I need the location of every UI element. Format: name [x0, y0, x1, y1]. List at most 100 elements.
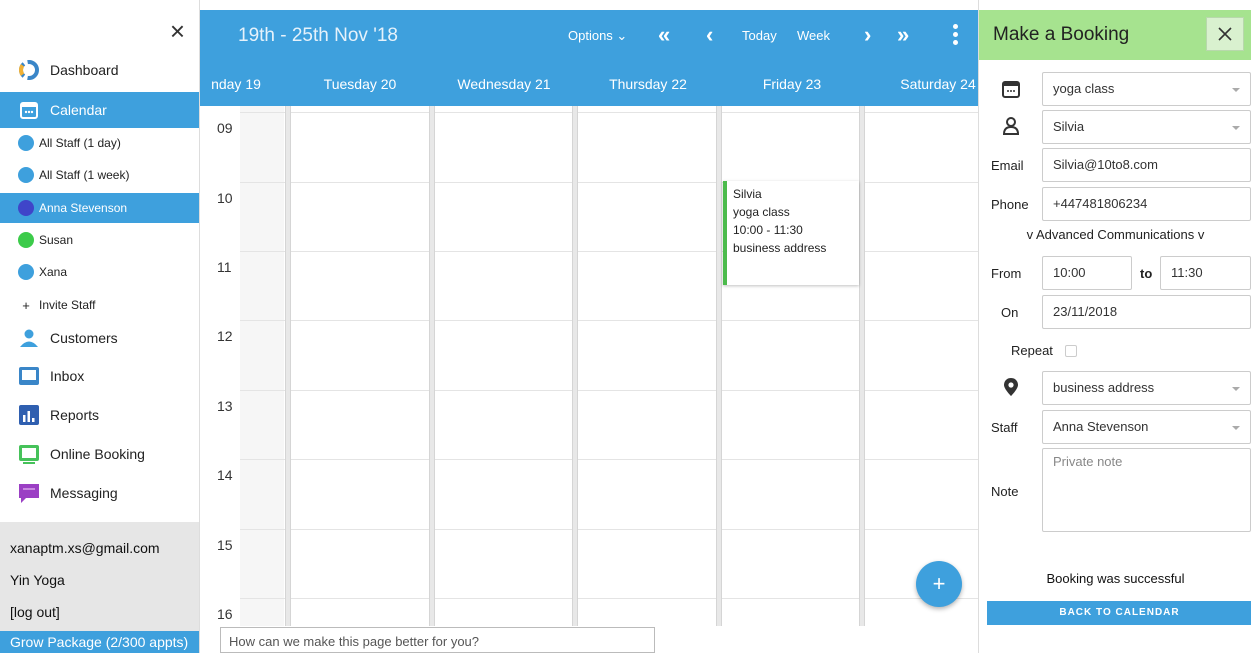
staff-item-label: All Staff (1 day)	[39, 136, 121, 150]
sidebar-item-calendar[interactable]: Calendar	[0, 92, 199, 128]
advanced-communications-toggle[interactable]: v Advanced Communications v	[979, 227, 1251, 242]
day-header-wednesday: Wednesday 21	[457, 76, 551, 92]
sidebar-item-label: Reports	[50, 407, 100, 423]
prev-fast-icon[interactable]: «	[658, 22, 670, 48]
more-options-icon[interactable]	[950, 22, 960, 50]
logout-link[interactable]: [log out]	[10, 604, 60, 620]
note-textarea[interactable]: Private note	[1042, 448, 1251, 532]
on-label: On	[1001, 305, 1019, 320]
person-icon	[1002, 117, 1020, 135]
sidebar-item-label: Messaging	[50, 485, 118, 501]
location-select[interactable]: business address	[1042, 371, 1251, 405]
sidebar-item-label: Calendar	[50, 102, 107, 118]
time-label: 10	[217, 190, 233, 206]
sidebar-item-customers[interactable]: Customers	[0, 320, 199, 356]
calendar-header: 19th - 25th Nov '18 Options ⌄ « ‹ Today …	[200, 10, 978, 106]
sidebar-item-label: Dashboard	[50, 62, 119, 78]
calendar-grid[interactable]: 09 10 11 12 13 14 15 16 Silvia yoga clas…	[200, 106, 978, 626]
repeat-checkbox[interactable]	[1064, 344, 1077, 357]
date-range-title: 19th - 25th Nov '18	[238, 25, 398, 46]
service-select[interactable]: yoga class	[1042, 72, 1251, 106]
business-name: Yin Yoga	[10, 572, 65, 588]
back-to-calendar-button[interactable]: BACK TO CALENDAR	[987, 601, 1251, 625]
appointment-service: yoga class	[733, 205, 790, 219]
customer-select[interactable]: Silvia	[1042, 110, 1251, 144]
staff-color-dot	[18, 232, 34, 248]
account-panel: xanaptm.xs@gmail.com Yin Yoga [log out] …	[0, 522, 199, 653]
to-time-field[interactable]: 11:30	[1160, 256, 1251, 290]
prev-icon[interactable]: ‹	[706, 22, 713, 48]
add-booking-button[interactable]: +	[916, 561, 962, 607]
staff-item-xana[interactable]: Xana	[0, 257, 199, 287]
staff-item-label: Anna Stevenson	[39, 201, 128, 215]
time-label: 16	[217, 606, 233, 622]
column-separator	[572, 106, 578, 626]
dashboard-ring-icon	[19, 60, 39, 80]
phone-field[interactable]: +447481806234	[1042, 187, 1251, 221]
customers-icon	[20, 329, 38, 347]
date-field[interactable]: 23/11/2018	[1042, 295, 1251, 329]
repeat-label: Repeat	[1011, 343, 1053, 358]
close-panel-button[interactable]	[1206, 17, 1244, 51]
calendar-icon	[1002, 81, 1020, 98]
next-icon[interactable]: ›	[864, 22, 871, 48]
sidebar-item-inbox[interactable]: Inbox	[0, 358, 199, 394]
plus-icon: +	[22, 297, 30, 313]
appointment-time: 10:00 - 11:30	[733, 223, 803, 237]
week-button[interactable]: Week	[797, 28, 830, 43]
hour-line	[240, 251, 978, 252]
appointment-customer: Silvia	[733, 187, 762, 201]
next-fast-icon[interactable]: »	[897, 22, 909, 48]
package-status[interactable]: Grow Package (2/300 appts)	[0, 631, 199, 653]
sidebar-item-label: Customers	[50, 330, 118, 346]
column-separator	[285, 106, 291, 626]
repeat-row: Repeat	[1011, 343, 1077, 358]
hour-line	[240, 529, 978, 530]
hour-line	[240, 320, 978, 321]
column-separator	[859, 106, 865, 626]
hour-line	[240, 598, 978, 599]
time-label: 12	[217, 328, 233, 344]
sidebar-item-online-booking[interactable]: Online Booking	[0, 436, 199, 472]
messaging-icon	[19, 484, 39, 503]
staff-item-label: All Staff (1 week)	[39, 168, 130, 182]
invite-staff-label: Invite Staff	[39, 298, 96, 312]
day-header-friday: Friday 23	[762, 76, 822, 92]
staff-item-anna-stevenson[interactable]: Anna Stevenson	[0, 193, 199, 223]
day-header-saturday: Saturday 24	[900, 76, 976, 92]
staff-color-dot	[18, 264, 34, 280]
time-label: 11	[217, 259, 232, 275]
calendar-view: 19th - 25th Nov '18 Options ⌄ « ‹ Today …	[200, 0, 978, 653]
close-icon[interactable]: ×	[170, 18, 185, 44]
time-label: 14	[217, 467, 233, 483]
booking-panel-header: Make a Booking	[979, 10, 1251, 60]
to-label: to	[1140, 266, 1153, 281]
time-label: 15	[217, 537, 233, 553]
staff-item-susan[interactable]: Susan	[0, 225, 199, 255]
from-time-field[interactable]: 10:00	[1042, 256, 1132, 290]
today-button[interactable]: Today	[742, 28, 777, 43]
staff-item-all-staff-day[interactable]: All Staff (1 day)	[0, 128, 199, 158]
staff-item-all-staff-week[interactable]: All Staff (1 week)	[0, 160, 199, 190]
feedback-input[interactable]: How can we make this page better for you…	[220, 627, 655, 653]
account-email: xanaptm.xs@gmail.com	[10, 540, 160, 556]
staff-label: Staff	[991, 420, 1018, 435]
time-label: 09	[217, 120, 233, 136]
inbox-icon	[19, 367, 39, 385]
sidebar-item-dashboard[interactable]: Dashboard	[0, 52, 199, 88]
time-label: 13	[217, 398, 233, 414]
location-pin-icon	[1004, 378, 1018, 396]
online-booking-icon	[19, 445, 39, 464]
phone-label: Phone	[991, 197, 1029, 212]
options-button[interactable]: Options ⌄	[568, 28, 627, 44]
day-header-tuesday: Tuesday 20	[323, 76, 397, 92]
invite-staff-link[interactable]: + Invite Staff	[0, 290, 199, 320]
staff-color-dot	[18, 200, 34, 216]
appointment-card[interactable]: Silvia yoga class 10:00 - 11:30 business…	[723, 181, 859, 285]
staff-select[interactable]: Anna Stevenson	[1042, 410, 1251, 444]
sidebar-item-messaging[interactable]: Messaging	[0, 475, 199, 511]
email-field[interactable]: Silvia@10to8.com	[1042, 148, 1251, 182]
sidebar-item-reports[interactable]: Reports	[0, 397, 199, 433]
hour-line	[240, 390, 978, 391]
sidebar-item-label: Online Booking	[50, 446, 145, 462]
